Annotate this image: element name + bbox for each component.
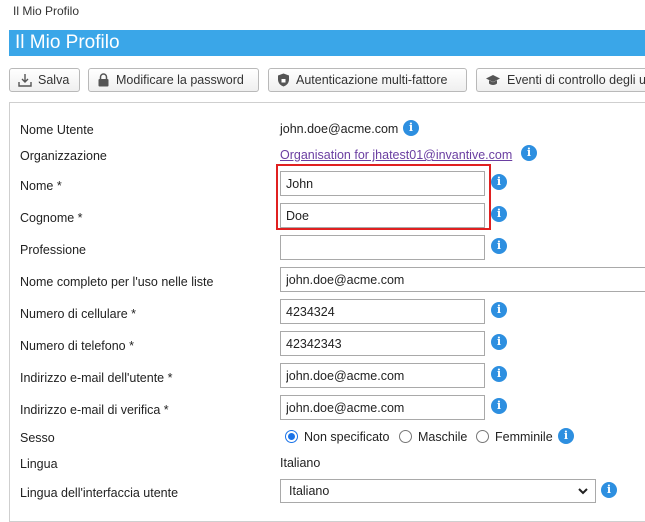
gender-option-label: Non specificato bbox=[304, 430, 390, 444]
gender-radio-male[interactable]: Maschile bbox=[399, 430, 467, 444]
graduation-cap-icon bbox=[486, 75, 500, 85]
info-icon[interactable]: i bbox=[601, 482, 617, 498]
language-label: Lingua bbox=[20, 457, 58, 471]
ui-language-label: Lingua dell'interfaccia utente bbox=[20, 486, 179, 500]
email-label: Indirizzo e-mail dell'utente * bbox=[20, 371, 173, 385]
gender-option-label: Maschile bbox=[418, 430, 468, 444]
phone-input[interactable] bbox=[280, 331, 485, 356]
row-mobile: Numero di cellulare * i bbox=[10, 299, 645, 325]
radio-selected[interactable] bbox=[285, 430, 298, 443]
verify-email-input[interactable] bbox=[280, 395, 485, 420]
row-language: Lingua Italiano bbox=[10, 451, 645, 477]
first-name-label: Nome * bbox=[20, 179, 62, 193]
change-password-button[interactable]: Modificare la password bbox=[88, 68, 259, 92]
mobile-label: Numero di cellulare * bbox=[20, 307, 137, 321]
full-name-label: Nome completo per l'uso nelle liste bbox=[20, 275, 214, 289]
save-label: Salva bbox=[38, 73, 70, 87]
username-label: Nome Utente bbox=[20, 123, 94, 137]
email-input[interactable] bbox=[280, 363, 485, 388]
full-name-input[interactable] bbox=[280, 267, 645, 292]
change-password-label: Modificare la password bbox=[116, 73, 244, 87]
first-name-input[interactable] bbox=[280, 171, 485, 196]
mfa-button[interactable]: Autenticazione multi-fattore bbox=[268, 68, 467, 92]
mfa-label: Autenticazione multi-fattore bbox=[296, 73, 448, 87]
info-icon[interactable]: i bbox=[491, 174, 507, 190]
last-name-label: Cognome * bbox=[20, 211, 83, 225]
page-title: Il Mio Profilo bbox=[9, 30, 645, 56]
audit-events-label: Eventi di controllo degli u bbox=[507, 73, 645, 87]
ui-language-select[interactable]: Italiano bbox=[280, 479, 596, 503]
profession-input[interactable] bbox=[280, 235, 485, 260]
info-icon[interactable]: i bbox=[558, 428, 574, 444]
username-value: john.doe@acme.com bbox=[280, 122, 399, 136]
last-name-input[interactable] bbox=[280, 203, 485, 228]
organization-label: Organizzazione bbox=[20, 149, 107, 163]
audit-events-button[interactable]: Eventi di controllo degli u bbox=[476, 68, 645, 92]
ui-language-selected: Italiano bbox=[289, 484, 330, 498]
verify-email-label: Indirizzo e-mail di verifica * bbox=[20, 403, 169, 417]
breadcrumb: Il Mio Profilo bbox=[13, 4, 80, 18]
shield-lock-icon bbox=[278, 73, 289, 87]
info-icon[interactable]: i bbox=[491, 238, 507, 254]
row-verify-email: Indirizzo e-mail di verifica * i bbox=[10, 395, 645, 421]
save-button[interactable]: Salva bbox=[9, 68, 80, 92]
row-ui-language: Lingua dell'interfaccia utente Italiano … bbox=[10, 479, 645, 505]
info-icon[interactable]: i bbox=[491, 334, 507, 350]
gender-label: Sesso bbox=[20, 431, 55, 445]
info-icon[interactable]: i bbox=[491, 206, 507, 222]
info-icon[interactable]: i bbox=[403, 120, 419, 136]
row-phone: Numero di telefono * i bbox=[10, 331, 645, 357]
phone-label: Numero di telefono * bbox=[20, 339, 134, 353]
chevron-down-icon bbox=[578, 488, 588, 495]
info-icon[interactable]: i bbox=[521, 145, 537, 161]
save-icon bbox=[18, 74, 32, 87]
row-first-name: Nome * i bbox=[10, 171, 645, 197]
row-last-name: Cognome * i bbox=[10, 203, 645, 229]
profile-form: Nome Utente john.doe@acme.com i Organizz… bbox=[9, 102, 645, 522]
row-full-name: Nome completo per l'uso nelle liste bbox=[10, 267, 645, 293]
mobile-input[interactable] bbox=[280, 299, 485, 324]
organization-link[interactable]: Organisation for jhatest01@invantive.com bbox=[280, 148, 512, 162]
radio-unselected[interactable] bbox=[399, 430, 412, 443]
info-icon[interactable]: i bbox=[491, 366, 507, 382]
row-email: Indirizzo e-mail dell'utente * i bbox=[10, 363, 645, 389]
gender-option-label: Femminile bbox=[495, 430, 553, 444]
gender-radio-unspecified[interactable]: Non specificato bbox=[285, 430, 389, 444]
info-icon[interactable]: i bbox=[491, 302, 507, 318]
lock-icon bbox=[98, 73, 109, 87]
row-profession: Professione i bbox=[10, 235, 645, 261]
row-gender: Sesso Non specificato Maschile Femminile… bbox=[10, 425, 645, 451]
row-organization: Organizzazione Organisation for jhatest0… bbox=[10, 143, 645, 169]
language-value: Italiano bbox=[280, 456, 321, 470]
profession-label: Professione bbox=[20, 243, 87, 257]
info-icon[interactable]: i bbox=[491, 398, 507, 414]
radio-unselected[interactable] bbox=[476, 430, 489, 443]
row-username: Nome Utente john.doe@acme.com i bbox=[10, 117, 645, 143]
gender-radio-female[interactable]: Femminile bbox=[476, 430, 553, 444]
